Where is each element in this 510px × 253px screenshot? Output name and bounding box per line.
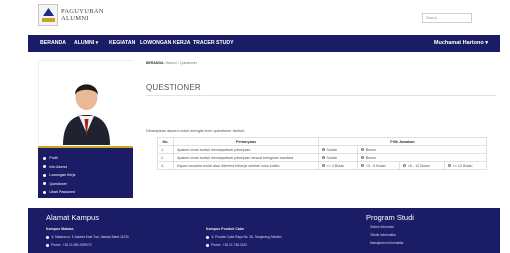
breadcrumb-path: / Alumni / Questioner: [164, 61, 197, 65]
intro-text: Diharapkan alumni untuk mengisi form que…: [146, 128, 246, 133]
footer-program-title: Program Studi: [366, 213, 414, 222]
radio-icon[interactable]: [361, 156, 365, 159]
phone-icon: [206, 243, 209, 247]
radio-icon[interactable]: [361, 164, 365, 167]
answer-option[interactable]: >6 - 12 Bulan: [399, 161, 446, 170]
sidebar-item-label: Lowongan Kerja: [49, 173, 76, 178]
footer-phone-2: Phone : +62 21 746-2422: [206, 243, 247, 247]
answer-option[interactable]: <3 - 6 Bulan: [357, 161, 401, 170]
phone-text: Phone : +62 21 746-2422: [211, 243, 248, 247]
footer-program-link[interactable]: Sistem Informasi: [370, 225, 394, 229]
questionnaire-table: No. Pertanyaan Pilih Jawaban 1. Apakah a…: [157, 137, 487, 170]
address-text: Jl. Mataka no. 5 Jakarta Kota Tua, Jakar…: [51, 235, 129, 239]
row-no: 3.: [157, 161, 174, 170]
radio-icon[interactable]: [322, 164, 325, 167]
alumni-logo[interactable]: [38, 4, 58, 26]
footer-address-1: Jl. Mataka no. 5 Jakarta Kota Tua, Jakar…: [46, 235, 129, 239]
sidebar-item-lowongan-kerja[interactable]: Lowongan Kerja: [38, 171, 133, 180]
row-question: Kapan saudara mulai atau diterima bekerj…: [173, 161, 319, 170]
bullet-icon: [43, 173, 47, 177]
sidebar-item-ubah-password[interactable]: Ubah Password: [38, 188, 133, 197]
option-label: >= 12 Bulan: [452, 163, 473, 168]
radio-icon[interactable]: [322, 148, 325, 151]
bullet-icon: [43, 156, 47, 160]
option-label: Sudah: [326, 155, 338, 160]
col-header-question: Pertanyaan: [173, 137, 319, 146]
option-label: >6 - 12 Bulan: [407, 163, 430, 168]
footer-program-link[interactable]: Manajemen Informatika: [370, 241, 403, 245]
nav-beranda[interactable]: BERANDA: [40, 40, 66, 46]
sidebar-item-label: Profil: [49, 156, 58, 161]
brand-line-1: PAGUYUBAN: [61, 8, 104, 15]
footer-address-2: Jl. Pondok Cabe Raya No. 36, Tangerang S…: [206, 235, 281, 239]
answer-option[interactable]: <= 3 Bulan: [317, 161, 359, 170]
site-brand[interactable]: PAGUYUBAN ALUMNI: [61, 8, 104, 22]
table-row: 3. Kapan saudara mulai atau diterima bek…: [157, 161, 487, 170]
footer-program-link[interactable]: Teknik Informatika: [370, 233, 396, 237]
main-content: BERANDA / Alumni / Questioner QUESTIONER…: [141, 58, 501, 226]
row-no: 2.: [157, 153, 174, 162]
user-avatar-icon: [39, 61, 134, 145]
breadcrumb: BERANDA / Alumni / Questioner: [146, 61, 197, 65]
radio-icon[interactable]: [322, 156, 325, 159]
footer-campus-2: Kampus Pondok Cabe: [206, 227, 245, 231]
nav-kegiatan[interactable]: KEGIATAN: [109, 40, 135, 46]
answer-option[interactable]: Belum: [357, 153, 487, 162]
breadcrumb-home[interactable]: BERANDA: [146, 61, 164, 65]
phone-icon: [46, 243, 49, 247]
answer-option[interactable]: Belum: [357, 145, 487, 154]
table-row: 2. Apakah anda sudah mendapatkan pekerja…: [157, 153, 487, 162]
radio-icon[interactable]: [403, 164, 407, 167]
table-row: 1. Apakah anda sudah mendapatkan pekerja…: [157, 145, 487, 154]
user-menu[interactable]: Muchamat Hartono ▾: [434, 40, 488, 46]
sidebar-item-info-alumni[interactable]: Info Alumni: [38, 163, 133, 172]
nav-tracer-study[interactable]: TRACER STUDY: [193, 40, 234, 46]
site-header: PAGUYUBAN ALUMNI Search: [0, 0, 510, 35]
search-input[interactable]: Search: [422, 13, 472, 23]
footer-address-title: Alamat Kampus: [46, 213, 99, 222]
site-footer: Alamat Kampus Kampus Mataka Jl. Mataka n…: [28, 208, 500, 253]
col-header-no: No.: [157, 137, 174, 146]
phone-text: Phone : +62 21 690-9299/70: [51, 243, 92, 247]
nav-alumni[interactable]: ALUMNI ▾: [74, 40, 98, 46]
answer-option[interactable]: Sudah: [317, 145, 359, 154]
option-label: Belum: [365, 155, 377, 160]
sidebar-item-label: Info Alumni: [49, 164, 68, 169]
brand-line-2: ALUMNI: [61, 15, 89, 22]
table-header-row: No. Pertanyaan Pilih Jawaban: [157, 137, 487, 146]
sidebar: Profil Info Alumni Lowongan Kerja Questi…: [38, 60, 134, 198]
bullet-icon: [43, 165, 47, 169]
option-label: Belum: [365, 147, 377, 152]
sidebar-item-label: Ubah Password: [49, 190, 75, 195]
address-text: Jl. Pondok Cabe Raya No. 36, Tangerang S…: [211, 235, 282, 239]
option-label: <= 3 Bulan: [326, 163, 345, 168]
col-header-answer: Pilih Jawaban: [318, 137, 487, 146]
divider: [146, 95, 496, 96]
row-no: 1.: [157, 145, 174, 154]
sidebar-menu: Profil Info Alumni Lowongan Kerja Questi…: [38, 146, 133, 198]
answer-option[interactable]: >= 12 Bulan: [444, 161, 487, 170]
nav-lowongan-kerja[interactable]: LOWONGAN KERJA: [140, 40, 190, 46]
answer-option[interactable]: Sudah: [317, 153, 359, 162]
sidebar-item-profil[interactable]: Profil: [38, 154, 133, 163]
sidebar-item-label: Questioner: [49, 181, 67, 186]
radio-icon[interactable]: [361, 148, 365, 151]
sidebar-item-questioner[interactable]: Questioner: [38, 180, 133, 189]
option-label: <3 - 6 Bulan: [365, 163, 386, 168]
option-label: Sudah: [326, 147, 338, 152]
main-navbar: BERANDA ALUMNI ▾ KEGIATAN LOWONGAN KERJA…: [28, 35, 500, 52]
radio-icon[interactable]: [448, 164, 452, 167]
avatar: [38, 60, 134, 145]
row-question: Apakah anda sudah mendapatkan pekerjaan …: [173, 153, 319, 162]
footer-campus-1: Kampus Mataka: [46, 227, 74, 231]
map-pin-icon: [206, 235, 209, 239]
row-question: Apakah anda sudah mendapatkan pekerjaan: [173, 145, 319, 154]
bullet-icon: [43, 182, 47, 186]
footer-phone-1: Phone : +62 21 690-9299/70: [46, 243, 92, 247]
map-pin-icon: [46, 235, 49, 239]
bullet-icon: [43, 190, 47, 194]
page-title: QUESTIONER: [146, 83, 201, 92]
